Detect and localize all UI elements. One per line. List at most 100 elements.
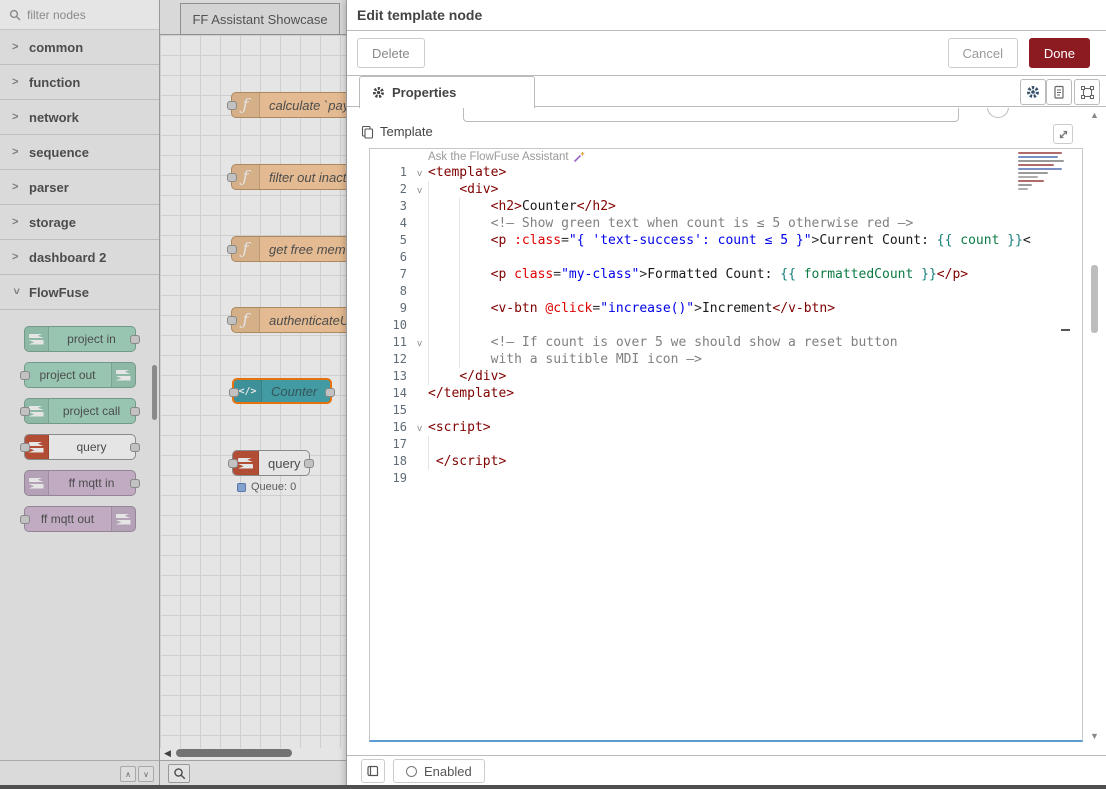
node-settings-button[interactable] — [1020, 79, 1046, 105]
node-port[interactable] — [304, 459, 314, 468]
code-lines[interactable]: 1><template>2> <div>3 <h2>Counter</h2>4 … — [370, 164, 1082, 487]
scroll-up-icon[interactable]: ▲ — [1090, 110, 1099, 120]
code-text[interactable] — [428, 283, 1082, 300]
scroll-left-icon[interactable]: ◀ — [164, 748, 171, 759]
code-line[interactable]: 13 </div> — [370, 368, 1082, 385]
node-port[interactable] — [130, 407, 140, 416]
palette-node-project-call[interactable]: project call — [24, 398, 136, 424]
zoom-reset-button[interactable] — [168, 764, 190, 783]
scrollbar-thumb[interactable] — [1091, 265, 1098, 333]
palette-search-input[interactable]: filter nodes — [0, 0, 159, 30]
palette-node-project-in[interactable]: project in — [24, 326, 136, 352]
node-port[interactable] — [227, 316, 237, 325]
node-port[interactable] — [20, 443, 30, 452]
fold-chevron-icon[interactable]: > — [410, 334, 428, 351]
flow-node-function-authenticate[interactable]: ƒ authenticateU — [231, 307, 346, 333]
code-text[interactable]: <div> — [428, 181, 1082, 198]
code-line[interactable]: 2> <div> — [370, 181, 1082, 198]
palette-category-common[interactable]: >common — [0, 30, 159, 65]
code-line[interactable]: 12 with a suitible MDI icon —> — [370, 351, 1082, 368]
code-text[interactable] — [428, 249, 1082, 266]
done-button[interactable]: Done — [1029, 38, 1090, 68]
palette-category-flowfuse[interactable]: >FlowFuse — [0, 275, 159, 310]
node-port[interactable] — [130, 443, 140, 452]
palette-category-parser[interactable]: >parser — [0, 170, 159, 205]
palette-category-sequence[interactable]: >sequence — [0, 135, 159, 170]
fold-chevron-icon[interactable]: > — [410, 419, 428, 436]
code-line[interactable]: 18 </script> — [370, 453, 1082, 470]
palette-scrollbar[interactable] — [152, 365, 157, 420]
code-line[interactable]: 9 <v-btn @click="increase()">Increment</… — [370, 300, 1082, 317]
node-port[interactable] — [20, 407, 30, 416]
flow-node-function-get-free-memory[interactable]: ƒ get free memo — [231, 236, 346, 262]
node-port[interactable] — [20, 515, 30, 524]
node-appearance-button[interactable] — [1074, 79, 1100, 105]
cancel-button[interactable]: Cancel — [948, 38, 1018, 68]
code-text[interactable]: <p :class="{ 'text-success': count ≤ 5 }… — [428, 232, 1082, 249]
delete-button[interactable]: Delete — [357, 38, 425, 68]
code-text[interactable]: </template> — [428, 385, 1082, 402]
template-code-editor[interactable]: Ask the FlowFuse Assistant — [369, 148, 1083, 742]
code-text[interactable]: </div> — [428, 368, 1082, 385]
node-port[interactable] — [130, 479, 140, 488]
code-text[interactable]: <!— Show green text when count is ≤ 5 ot… — [428, 215, 1082, 232]
tray-scrollbar[interactable]: ▲ ▼ — [1089, 108, 1101, 749]
code-line[interactable]: 11> <!— If count is over 5 we should sho… — [370, 334, 1082, 351]
code-text[interactable] — [428, 436, 1082, 453]
palette-expand-all-button[interactable]: ∨ — [138, 766, 154, 782]
assistant-hint[interactable]: Ask the FlowFuse Assistant — [428, 151, 585, 163]
code-text[interactable]: <template> — [428, 164, 1082, 181]
code-text[interactable]: <v-btn @click="increase()">Increment</v-… — [428, 300, 1082, 317]
code-text[interactable]: <script> — [428, 419, 1082, 436]
flow-node-query[interactable]: query — [232, 450, 310, 476]
scroll-down-icon[interactable]: ▼ — [1090, 731, 1099, 741]
code-line[interactable]: 14</template> — [370, 385, 1082, 402]
code-line[interactable]: 15 — [370, 402, 1082, 419]
palette-node-query[interactable]: query — [24, 434, 136, 460]
flow-node-function-filter[interactable]: ƒ filter out inacti — [231, 164, 346, 190]
code-text[interactable]: <p class="my-class">Formatted Count: {{ … — [428, 266, 1082, 283]
code-line[interactable]: 7 <p class="my-class">Formatted Count: {… — [370, 266, 1082, 283]
node-port[interactable] — [228, 459, 238, 468]
code-line[interactable]: 17 — [370, 436, 1082, 453]
palette-category-storage[interactable]: >storage — [0, 205, 159, 240]
code-text[interactable] — [428, 470, 1082, 487]
node-port[interactable] — [130, 335, 140, 344]
canvas-horizontal-scrollbar[interactable]: ◀ — [160, 747, 346, 760]
scrollbar-thumb[interactable] — [176, 749, 292, 757]
code-line[interactable]: 1><template> — [370, 164, 1082, 181]
palette-category-dashboard2[interactable]: >dashboard 2 — [0, 240, 159, 275]
node-port[interactable] — [229, 388, 239, 397]
palette-collapse-all-button[interactable]: ∧ — [120, 766, 136, 782]
code-text[interactable]: <!— If count is over 5 we should show a … — [428, 334, 1082, 351]
node-port[interactable] — [227, 101, 237, 110]
fold-chevron-icon[interactable]: > — [410, 164, 428, 181]
code-line[interactable]: 8 — [370, 283, 1082, 300]
code-line[interactable]: 6 — [370, 249, 1082, 266]
code-text[interactable]: </script> — [428, 453, 1082, 470]
code-line[interactable]: 4 <!— Show green text when count is ≤ 5 … — [370, 215, 1082, 232]
flow-node-template-counter[interactable]: </> Counter — [232, 378, 332, 404]
palette-category-network[interactable]: >network — [0, 100, 159, 135]
flow-canvas-grid[interactable]: ƒ calculate `pay ƒ filter out inacti ƒ g… — [160, 35, 346, 748]
node-enabled-toggle[interactable]: Enabled — [393, 759, 485, 783]
scrolled-field-fragment[interactable] — [463, 108, 959, 122]
palette-node-ff-mqtt-in[interactable]: ff mqtt in — [24, 470, 136, 496]
code-text[interactable]: <h2>Counter</h2> — [428, 198, 1082, 215]
code-line[interactable]: 16><script> — [370, 419, 1082, 436]
flow-tab[interactable]: FF Assistant Showcase — [180, 3, 340, 35]
fold-chevron-icon[interactable]: > — [410, 181, 428, 198]
tab-properties[interactable]: Properties — [359, 76, 535, 108]
flow-workspace[interactable]: FF Assistant Showcase ƒ calculate `pay ƒ… — [160, 0, 346, 789]
palette-category-function[interactable]: >function — [0, 65, 159, 100]
node-help-button[interactable] — [361, 759, 385, 783]
code-line[interactable]: 3 <h2>Counter</h2> — [370, 198, 1082, 215]
node-description-button[interactable] — [1046, 79, 1072, 105]
code-text[interactable]: with a suitible MDI icon —> — [428, 351, 1082, 368]
node-port[interactable] — [20, 371, 30, 380]
flow-node-function-calculate[interactable]: ƒ calculate `pay — [231, 92, 346, 118]
palette-node-project-out[interactable]: project out — [24, 362, 136, 388]
code-text[interactable] — [428, 402, 1082, 419]
editor-expand-button[interactable] — [1053, 124, 1073, 144]
node-port[interactable] — [227, 173, 237, 182]
